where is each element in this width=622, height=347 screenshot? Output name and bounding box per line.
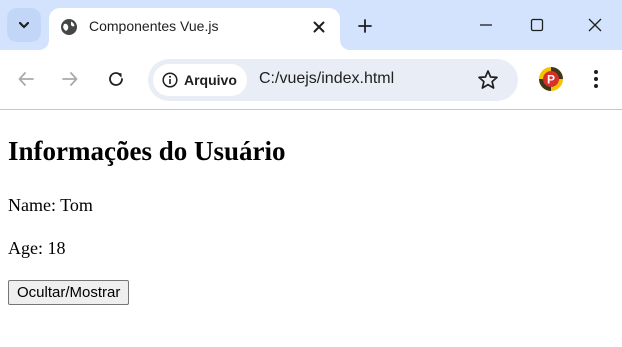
page-title: Informações do Usuário bbox=[8, 136, 286, 166]
window-close-icon bbox=[588, 18, 602, 32]
title-bar: Componentes Vue.js bbox=[0, 0, 622, 50]
star-icon[interactable] bbox=[476, 68, 500, 92]
close-window-button[interactable] bbox=[573, 8, 617, 42]
close-icon bbox=[313, 21, 325, 33]
plus-icon bbox=[358, 19, 372, 33]
minimize-button[interactable] bbox=[464, 8, 508, 42]
url-text[interactable]: C:/vuejs/index.html bbox=[259, 70, 394, 88]
tab-title: Componentes Vue.js bbox=[89, 18, 219, 34]
maximize-button[interactable] bbox=[515, 8, 559, 42]
address-bar[interactable]: Arquivo C:/vuejs/index.html bbox=[148, 59, 518, 101]
more-vert-icon bbox=[594, 70, 598, 88]
chevron-down-icon bbox=[18, 21, 30, 29]
maximize-icon bbox=[530, 18, 544, 32]
profile-initial: P bbox=[547, 73, 555, 87]
user-name-text: Name: Tom bbox=[8, 195, 93, 215]
forward-arrow-icon bbox=[62, 72, 78, 86]
profile-avatar[interactable]: P bbox=[538, 66, 564, 92]
info-icon bbox=[162, 72, 178, 88]
new-tab-button[interactable] bbox=[352, 13, 378, 39]
active-tab[interactable]: Componentes Vue.js bbox=[49, 8, 340, 50]
toggle-visibility-button[interactable]: Ocultar/Mostrar bbox=[8, 280, 130, 305]
browser-toolbar: Arquivo C:/vuejs/index.html P bbox=[0, 50, 622, 110]
back-button[interactable] bbox=[10, 63, 42, 95]
security-chip-label: Arquivo bbox=[184, 72, 237, 88]
tab-close-button[interactable] bbox=[308, 16, 330, 38]
minimize-icon bbox=[480, 24, 492, 26]
reload-button[interactable] bbox=[100, 63, 132, 95]
user-age-text: Age: 18 bbox=[8, 238, 66, 258]
globe-icon bbox=[61, 19, 77, 35]
reload-icon bbox=[109, 72, 123, 86]
tab-search-button[interactable] bbox=[7, 8, 41, 42]
page-content: Informações do Usuário Name: Tom Age: 18… bbox=[0, 110, 622, 347]
site-info-chip[interactable]: Arquivo bbox=[153, 64, 247, 96]
forward-button[interactable] bbox=[54, 63, 86, 95]
more-menu-button[interactable] bbox=[584, 66, 608, 92]
back-arrow-icon bbox=[18, 72, 34, 86]
